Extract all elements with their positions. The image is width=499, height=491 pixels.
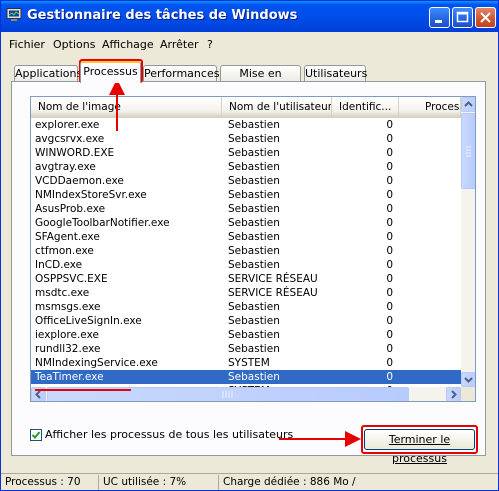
task-manager-window: Gestionnaire des tâches de Windows Fichi… xyxy=(0,0,499,491)
tab-processus[interactable]: Processus xyxy=(80,61,141,83)
annotation-arrows xyxy=(35,79,361,447)
